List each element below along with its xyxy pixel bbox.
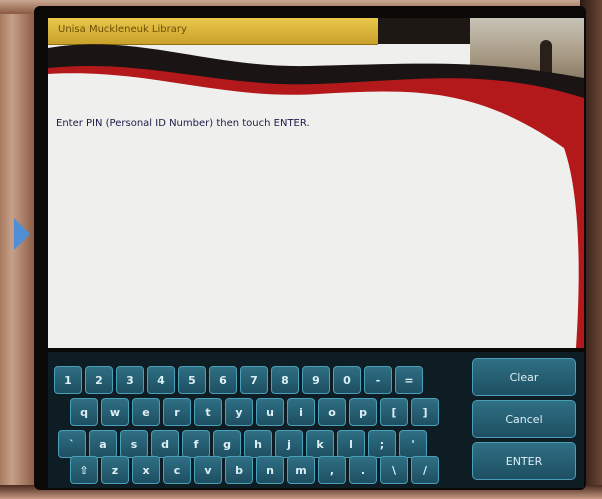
key-right-bracket[interactable]: ] — [411, 398, 439, 426]
key-s[interactable]: s — [120, 430, 148, 458]
key-2[interactable]: 2 — [85, 366, 113, 394]
key-apostrophe[interactable]: ' — [399, 430, 427, 458]
clear-button[interactable]: Clear — [472, 358, 576, 396]
key-i[interactable]: i — [287, 398, 315, 426]
pin-prompt: Enter PIN (Personal ID Number) then touc… — [56, 118, 310, 129]
key-4[interactable]: 4 — [147, 366, 175, 394]
key-3[interactable]: 3 — [116, 366, 144, 394]
key-m[interactable]: m — [287, 456, 315, 484]
key-0[interactable]: 0 — [333, 366, 361, 394]
decorative-swoosh — [48, 44, 584, 348]
key-a[interactable]: a — [89, 430, 117, 458]
key-y[interactable]: y — [225, 398, 253, 426]
key-9[interactable]: 9 — [302, 366, 330, 394]
key-comma[interactable]: , — [318, 456, 346, 484]
key-semicolon[interactable]: ; — [368, 430, 396, 458]
keyboard-panel: 1 2 3 4 5 6 7 8 9 0 - = q w e r t y u i … — [48, 352, 584, 488]
key-5[interactable]: 5 — [178, 366, 206, 394]
key-backslash[interactable]: \ — [380, 456, 408, 484]
key-equals[interactable]: = — [395, 366, 423, 394]
cancel-button[interactable]: Cancel — [472, 400, 576, 438]
key-j[interactable]: j — [275, 430, 303, 458]
key-k[interactable]: k — [306, 430, 334, 458]
key-1[interactable]: 1 — [54, 366, 82, 394]
key-o[interactable]: o — [318, 398, 346, 426]
key-left-bracket[interactable]: [ — [380, 398, 408, 426]
key-z[interactable]: z — [101, 456, 129, 484]
key-h[interactable]: h — [244, 430, 272, 458]
key-f[interactable]: f — [182, 430, 210, 458]
keyboard-row-bottom: ⇧ z x c v b n m , . \ / — [70, 456, 439, 484]
key-backtick[interactable]: ` — [58, 430, 86, 458]
key-b[interactable]: b — [225, 456, 253, 484]
key-g[interactable]: g — [213, 430, 241, 458]
key-l[interactable]: l — [337, 430, 365, 458]
key-period[interactable]: . — [349, 456, 377, 484]
enter-button[interactable]: ENTER — [472, 442, 576, 480]
key-r[interactable]: r — [163, 398, 191, 426]
key-c[interactable]: c — [163, 456, 191, 484]
key-v[interactable]: v — [194, 456, 222, 484]
key-slash[interactable]: / — [411, 456, 439, 484]
keyboard-row-numbers: 1 2 3 4 5 6 7 8 9 0 - = — [54, 366, 423, 394]
library-name: Unisa Muckleneuk Library — [58, 24, 187, 35]
key-q[interactable]: q — [70, 398, 98, 426]
keyboard-row-top: q w e r t y u i o p [ ] — [70, 398, 439, 426]
key-shift[interactable]: ⇧ — [70, 456, 98, 484]
key-6[interactable]: 6 — [209, 366, 237, 394]
key-p[interactable]: p — [349, 398, 377, 426]
key-minus[interactable]: - — [364, 366, 392, 394]
key-u[interactable]: u — [256, 398, 284, 426]
key-d[interactable]: d — [151, 430, 179, 458]
side-arrow-icon — [14, 218, 30, 250]
key-8[interactable]: 8 — [271, 366, 299, 394]
keyboard-row-home: ` a s d f g h j k l ; ' — [58, 430, 427, 458]
key-x[interactable]: x — [132, 456, 160, 484]
key-w[interactable]: w — [101, 398, 129, 426]
key-e[interactable]: e — [132, 398, 160, 426]
kiosk-screen: Unisa Muckleneuk Library Enter PIN (Pers… — [48, 18, 584, 348]
key-7[interactable]: 7 — [240, 366, 268, 394]
key-n[interactable]: n — [256, 456, 284, 484]
key-t[interactable]: t — [194, 398, 222, 426]
